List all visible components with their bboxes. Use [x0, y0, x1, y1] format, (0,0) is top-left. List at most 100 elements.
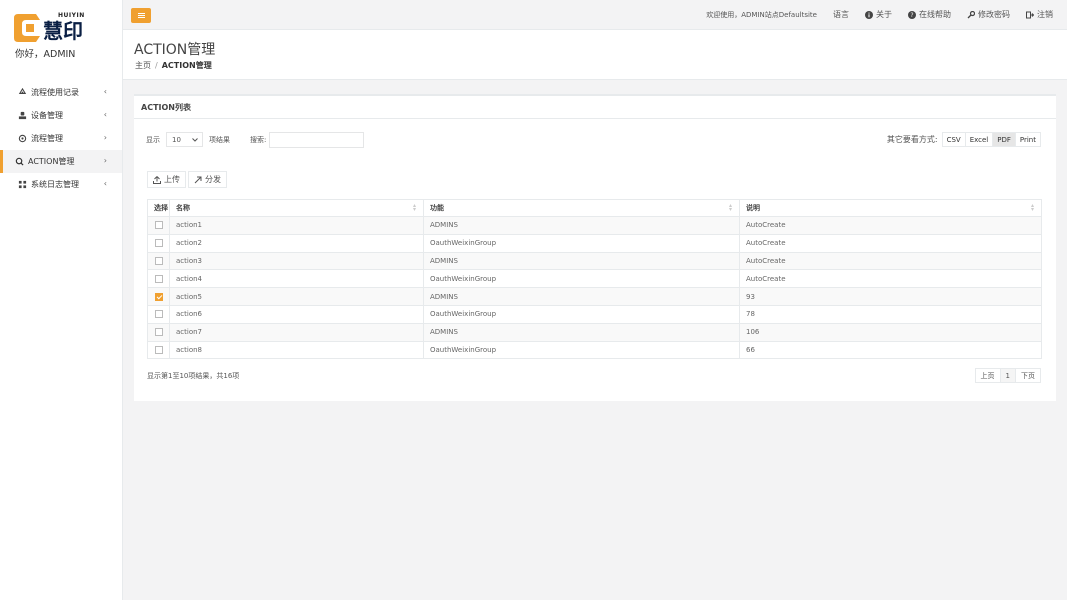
cell-function: ADMINS — [423, 322, 740, 342]
column-header-select[interactable]: 选择 — [147, 199, 170, 217]
row-checkbox-cell[interactable] — [147, 322, 170, 342]
row-checkbox-cell[interactable] — [147, 340, 170, 360]
row-checkbox[interactable] — [154, 345, 163, 354]
table-row[interactable]: action7 ADMINS 106 — [147, 322, 1042, 342]
panel-title: ACTION列表 — [141, 103, 191, 112]
table-row[interactable]: action5 ADMINS 93 — [147, 287, 1042, 306]
page-length-select[interactable]: 10 — [166, 132, 203, 147]
language-menu[interactable]: 语言 — [833, 9, 849, 20]
cell-name: action1 — [169, 216, 424, 235]
change-password-label: 修改密码 — [978, 10, 1010, 19]
table-info: 显示第1至10项结果，共16项 — [147, 372, 240, 380]
table-row[interactable]: action4 OauthWeixinGroup AutoCreate — [147, 269, 1042, 289]
breadcrumb-home[interactable]: 主页 — [135, 61, 151, 70]
key-icon — [967, 10, 975, 18]
length-suffix: 项结果 — [209, 135, 230, 144]
export-pdf-button[interactable]: PDF — [992, 132, 1016, 147]
table-row[interactable]: action3 ADMINS AutoCreate — [147, 251, 1042, 271]
breadcrumb: 主页 / ACTION管理 — [135, 60, 212, 71]
export-csv-button[interactable]: CSV — [941, 132, 966, 147]
sign-out-icon — [1026, 11, 1034, 18]
row-checkbox[interactable] — [154, 256, 163, 265]
cell-description: 78 — [739, 304, 1042, 324]
cell-name: action4 — [169, 269, 424, 289]
sidebar: HUIYIN 慧印 你好，ADMIN 流程使用记录 ‹ 设备管理 ‹ 流程管理 … — [0, 0, 123, 600]
logo: HUIYIN 慧印 — [14, 12, 90, 44]
cell-function: OauthWeixinGroup — [423, 269, 740, 289]
column-header-description[interactable]: 说明 ▴ ▾ — [739, 199, 1042, 217]
help-link[interactable]: ? 在线帮助 — [908, 9, 951, 20]
distribute-button[interactable]: 分发 — [188, 171, 227, 188]
sidebar-item-action-management[interactable]: ACTION管理 › — [0, 150, 122, 173]
row-checkbox[interactable] — [154, 221, 163, 230]
column-header-name[interactable]: 名称 ▴ ▾ — [169, 199, 424, 217]
page-length-value: 10 — [172, 135, 181, 144]
cell-name: action5 — [169, 287, 424, 306]
cell-function: OauthWeixinGroup — [423, 233, 740, 253]
page-length-control: 显示 10 项结果 — [146, 132, 230, 147]
row-checkbox-cell[interactable] — [147, 233, 170, 253]
recycle-icon — [18, 88, 27, 94]
sidebar-item-label: 流程使用记录 — [31, 88, 79, 97]
logout-label: 注销 — [1037, 10, 1053, 19]
export-toolbar: 其它要看方式: CSV Excel PDF Print — [887, 132, 1041, 147]
pagination: 上页 1 下页 — [974, 368, 1041, 383]
cell-name: action8 — [169, 340, 424, 360]
row-checkbox[interactable] — [154, 310, 163, 319]
cell-function: ADMINS — [423, 216, 740, 235]
export-label: 其它要看方式: — [886, 135, 938, 144]
search-input[interactable] — [269, 132, 365, 148]
column-header-label: 说明 — [746, 204, 760, 212]
table-row[interactable]: action6 OauthWeixinGroup 78 — [147, 304, 1042, 324]
breadcrumb-separator: / — [155, 61, 158, 70]
search-label: 搜索: — [250, 136, 267, 144]
logo-text-en: HUIYIN — [58, 12, 85, 19]
about-label: 关于 — [876, 10, 892, 19]
row-checkbox-cell[interactable] — [147, 269, 170, 289]
column-header-function[interactable]: 功能 ▴ ▾ — [423, 199, 740, 217]
cell-description: 106 — [739, 322, 1042, 342]
sidebar-item-label: ACTION管理 — [28, 157, 75, 166]
top-bar: 欢迎使用，ADMIN站点Defaultsite 语言 关于 ? 在线帮助 修改密… — [123, 0, 1067, 30]
table-row[interactable]: action1 ADMINS AutoCreate — [147, 216, 1042, 235]
page-title: ACTION管理 — [134, 42, 216, 58]
row-checkbox-cell[interactable] — [147, 216, 170, 235]
page-1-button[interactable]: 1 — [999, 368, 1016, 383]
sidebar-item-process-records[interactable]: 流程使用记录 ‹ — [0, 81, 122, 104]
upload-button[interactable]: 上传 — [147, 171, 186, 188]
svg-text:?: ? — [910, 12, 913, 19]
row-checkbox[interactable] — [154, 239, 163, 248]
sidebar-item-label: 系统日志管理 — [31, 180, 79, 189]
length-prefix: 显示 — [146, 135, 160, 144]
cell-description: AutoCreate — [739, 216, 1042, 235]
cell-description: AutoCreate — [739, 233, 1042, 253]
export-excel-button[interactable]: Excel — [964, 132, 994, 147]
row-checkbox-cell[interactable] — [147, 287, 170, 306]
user-greeting: 你好，ADMIN — [15, 49, 76, 60]
breadcrumb-current: ACTION管理 — [161, 61, 212, 70]
search-control: 搜索: — [250, 132, 365, 148]
about-link[interactable]: 关于 — [865, 9, 892, 20]
logout-link[interactable]: 注销 — [1026, 9, 1053, 20]
table-row[interactable]: action8 OauthWeixinGroup 66 — [147, 340, 1042, 360]
row-checkbox-cell[interactable] — [147, 251, 170, 271]
sidebar-item-device-management[interactable]: 设备管理 ‹ — [0, 104, 122, 127]
row-checkbox-checked[interactable] — [154, 292, 163, 301]
change-password-link[interactable]: 修改密码 — [967, 9, 1010, 20]
row-checkbox[interactable] — [154, 328, 163, 337]
cell-description: 93 — [739, 287, 1042, 306]
print-button[interactable]: Print — [1014, 132, 1041, 147]
sidebar-item-system-log[interactable]: 系统日志管理 ‹ — [0, 173, 122, 196]
prev-page-button[interactable]: 上页 — [974, 368, 1001, 383]
row-checkbox-cell[interactable] — [147, 304, 170, 324]
upload-label: 上传 — [164, 175, 180, 184]
cell-name: action3 — [169, 251, 424, 271]
menu-toggle-button[interactable] — [131, 8, 151, 23]
row-checkbox[interactable] — [154, 274, 163, 283]
search-icon — [15, 157, 24, 166]
logo-text-cn: 慧印 — [43, 19, 83, 43]
sidebar-item-process-management[interactable]: 流程管理 › — [0, 127, 122, 150]
table-row[interactable]: action2 OauthWeixinGroup AutoCreate — [147, 233, 1042, 253]
network-icon — [18, 134, 27, 143]
next-page-button[interactable]: 下页 — [1015, 368, 1041, 383]
